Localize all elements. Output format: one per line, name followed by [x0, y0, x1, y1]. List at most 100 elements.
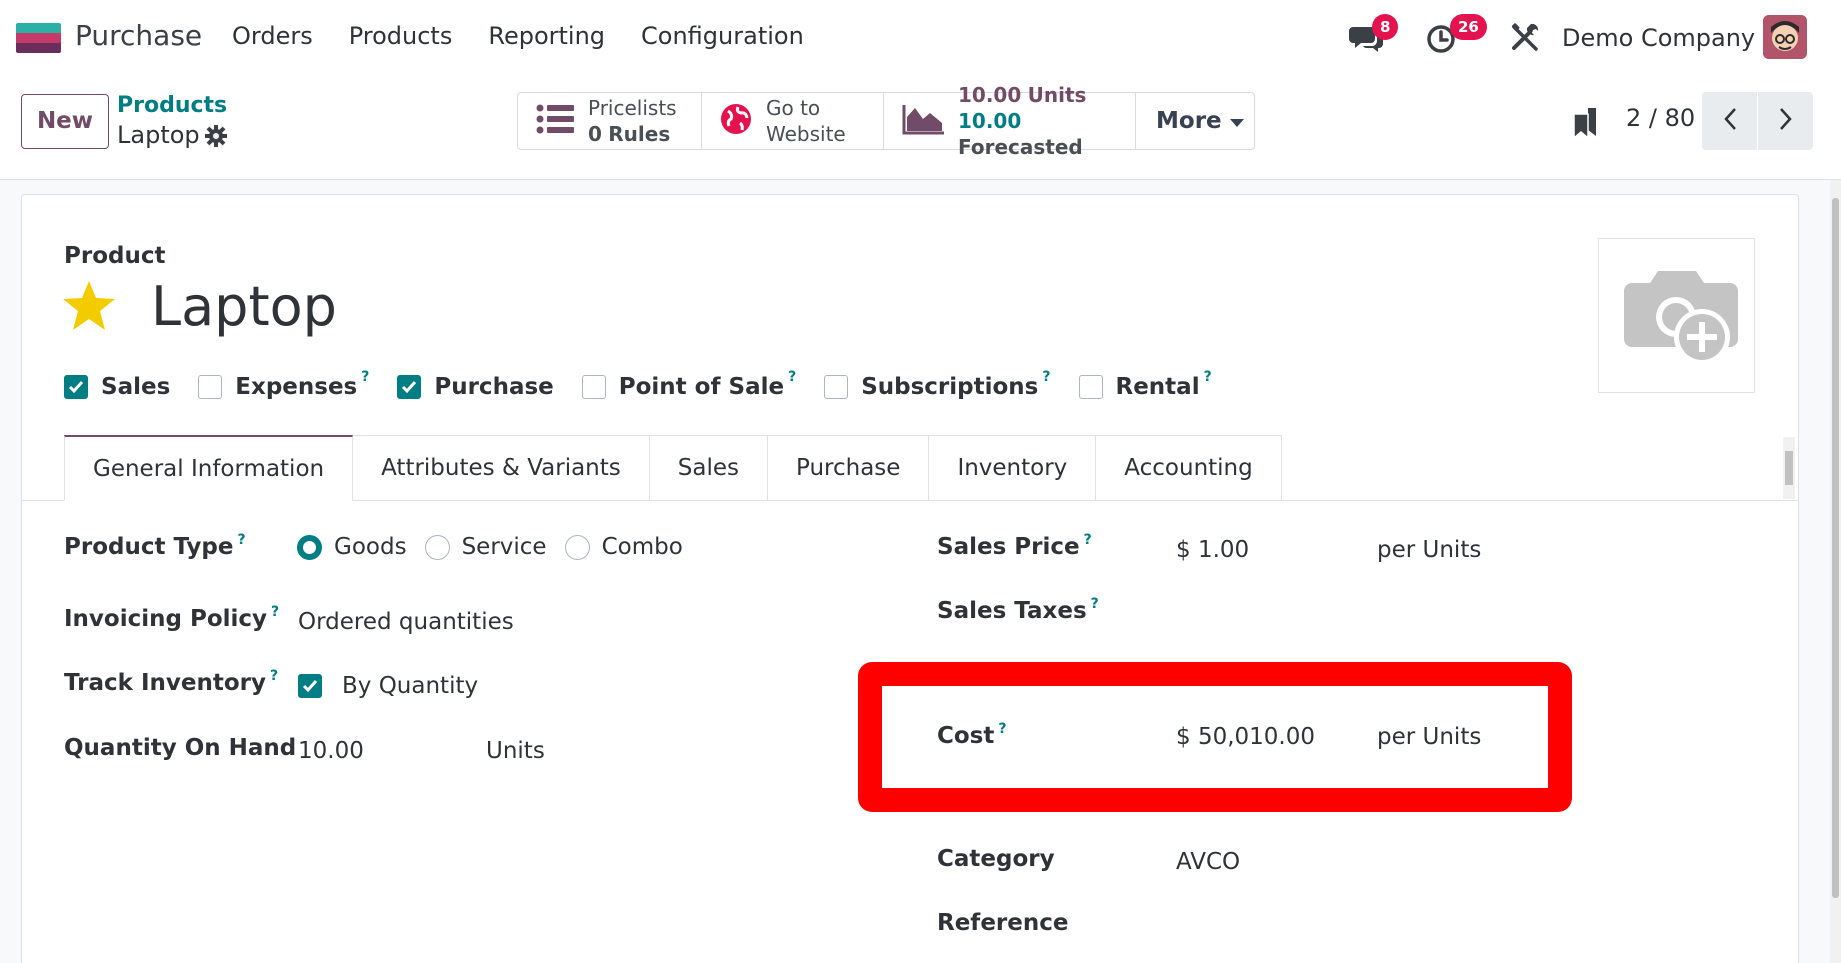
menu-item-configuration[interactable]: Configuration: [641, 22, 804, 50]
help-icon[interactable]: ?: [361, 369, 369, 385]
product-type-label: Product Type?: [64, 532, 246, 560]
page-scrollbar[interactable]: [1830, 180, 1841, 963]
globe-icon: [720, 103, 752, 139]
tab-sales[interactable]: Sales: [649, 435, 768, 501]
checkbox-label-point-of-sale: Point of Sale: [618, 374, 785, 400]
tab-general-information[interactable]: General Information: [64, 435, 354, 501]
reference-label: Reference: [937, 910, 1069, 936]
app-logo-icon[interactable]: [16, 23, 61, 53]
pager-next-button[interactable]: [1758, 92, 1813, 150]
checkbox-checked-icon[interactable]: [298, 674, 322, 698]
more-button[interactable]: More: [1136, 93, 1254, 149]
tab-purchase[interactable]: Purchase: [767, 435, 930, 501]
units-label: Units: [1027, 83, 1087, 107]
category-value[interactable]: AVCO: [1176, 849, 1240, 875]
product-type-label-text: Product Type: [64, 534, 234, 560]
camera-plus-icon: [1616, 261, 1738, 371]
help-icon[interactable]: ?: [270, 668, 278, 684]
tab-attributes-variants[interactable]: Attributes & Variants: [353, 435, 650, 501]
checkbox-label-purchase: Purchase: [434, 374, 554, 400]
help-icon[interactable]: ?: [788, 369, 796, 385]
checkbox-sales[interactable]: Sales: [64, 374, 170, 400]
website-line1: Go to: [766, 96, 821, 120]
checkbox-label-sales: Sales: [101, 374, 171, 400]
cost-highlight-box: [858, 662, 1572, 812]
favorite-star-icon[interactable]: [62, 280, 116, 336]
app-name[interactable]: Purchase: [75, 19, 202, 52]
checkbox-empty-icon[interactable]: [581, 375, 606, 399]
qty-on-hand-value[interactable]: 10.00: [298, 738, 364, 764]
sales-price-label-text: Sales Price: [937, 534, 1080, 560]
help-icon[interactable]: ?: [1042, 369, 1050, 385]
pricelists-button[interactable]: Pricelists 0 Rules: [518, 93, 702, 149]
tabs-scrollbar[interactable]: [1783, 437, 1795, 499]
gear-icon[interactable]: [205, 125, 227, 151]
user-avatar[interactable]: [1763, 15, 1807, 59]
product-name-field[interactable]: Laptop: [151, 275, 337, 338]
pricelists-count: 0: [588, 122, 602, 146]
checkbox-rental[interactable]: Rental ?: [1078, 369, 1212, 400]
radio-label-goods: Goods: [334, 534, 407, 560]
checkbox-checked-icon[interactable]: [397, 375, 422, 399]
invoicing-policy-select[interactable]: Ordered quantities: [298, 609, 514, 635]
checkbox-purchase[interactable]: Purchase: [397, 374, 554, 400]
forecast-label: Forecasted: [958, 135, 1083, 159]
messages-badge: 8: [1372, 14, 1399, 40]
radio-label-combo: Combo: [601, 534, 683, 560]
checkbox-checked-icon[interactable]: [64, 375, 88, 399]
help-icon[interactable]: ?: [271, 604, 279, 620]
chevron-left-icon: [1723, 107, 1737, 135]
checkbox-empty-icon[interactable]: [824, 375, 849, 399]
track-inventory-label-text: Track Inventory: [64, 670, 266, 696]
checkbox-label-subscriptions: Subscriptions: [861, 374, 1039, 400]
new-button[interactable]: New: [21, 94, 109, 149]
menu-item-orders[interactable]: Orders: [232, 22, 313, 50]
checkbox-empty-icon[interactable]: [198, 375, 223, 399]
help-icon[interactable]: ?: [238, 532, 246, 548]
track-inventory-value[interactable]: By Quantity: [342, 673, 478, 699]
sales-price-uom: per Units: [1377, 537, 1482, 563]
breadcrumb-parent[interactable]: Products: [117, 93, 227, 118]
radio-combo[interactable]: [564, 534, 590, 560]
checkbox-empty-icon[interactable]: [1078, 375, 1103, 399]
product-title-label: Product: [64, 243, 166, 269]
product-image-upload[interactable]: [1598, 238, 1755, 393]
chevron-right-icon: [1779, 107, 1793, 135]
top-navbar: Purchase Orders Products Reporting Confi…: [0, 0, 1841, 75]
category-label: Category: [937, 846, 1055, 872]
area-chart-icon: [902, 103, 944, 139]
tab-inventory[interactable]: Inventory: [929, 435, 1097, 501]
invoicing-policy-label-text: Invoicing Policy: [64, 606, 268, 632]
radio-service[interactable]: [424, 534, 450, 560]
radio-goods[interactable]: [297, 534, 322, 560]
help-icon[interactable]: ?: [1084, 532, 1092, 548]
sales-price-input[interactable]: $ 1.00: [1176, 537, 1249, 563]
menu-item-reporting[interactable]: Reporting: [488, 22, 605, 50]
sales-taxes-label: Sales Taxes?: [937, 596, 1099, 624]
forecast-button[interactable]: 10.00 Units 10.00 Forecasted: [884, 83, 1136, 159]
bookmark-icon[interactable]: [1572, 106, 1598, 142]
tools-icon[interactable]: [1510, 22, 1540, 56]
help-icon[interactable]: ?: [1091, 596, 1099, 612]
qty-on-hand-uom: Units: [486, 738, 545, 764]
invoicing-policy-label: Invoicing Policy?: [64, 604, 279, 632]
go-to-website-button[interactable]: Go to Website: [702, 93, 884, 149]
checkbox-label-expenses: Expenses: [235, 374, 358, 400]
control-panel: New Products Laptop Pricelists 0 Rules G…: [0, 75, 1841, 180]
list-icon: [536, 103, 574, 139]
checkbox-point-of-sale[interactable]: Point of Sale ?: [581, 369, 796, 400]
pager-value[interactable]: 2 / 80: [1626, 104, 1695, 132]
pager-previous-button[interactable]: [1702, 92, 1757, 150]
checkbox-subscriptions[interactable]: Subscriptions ?: [824, 369, 1051, 400]
menu-item-products[interactable]: Products: [349, 22, 453, 50]
help-icon[interactable]: ?: [1204, 369, 1212, 385]
checkbox-expenses[interactable]: Expenses ?: [198, 369, 369, 400]
breadcrumb-current: Laptop: [117, 121, 200, 149]
activities-badge: 26: [1450, 14, 1487, 40]
company-switcher[interactable]: Demo Company: [1562, 24, 1755, 52]
checkbox-label-rental: Rental: [1115, 374, 1200, 400]
forecast-value: 10.00: [958, 109, 1022, 133]
main-menu: Orders Products Reporting Configuration: [232, 22, 840, 50]
track-inventory-label: Track Inventory?: [64, 668, 278, 696]
tab-accounting[interactable]: Accounting: [1096, 435, 1282, 501]
